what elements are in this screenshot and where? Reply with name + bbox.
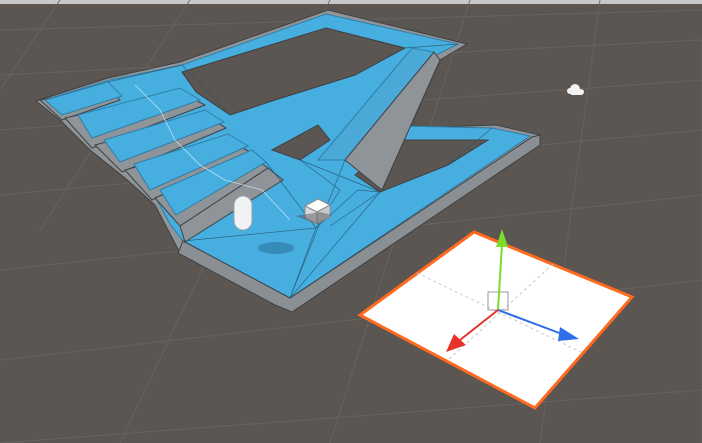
plane[interactable] <box>357 230 635 410</box>
plane-surface <box>357 230 635 410</box>
capsule-body <box>233 195 253 231</box>
y-axis-arrow[interactable] <box>496 229 508 247</box>
scene-view[interactable] <box>0 0 702 443</box>
light-bulb-icon[interactable] <box>567 84 584 95</box>
scene-canvas[interactable] <box>0 0 702 443</box>
capsule-shadow <box>258 242 294 254</box>
